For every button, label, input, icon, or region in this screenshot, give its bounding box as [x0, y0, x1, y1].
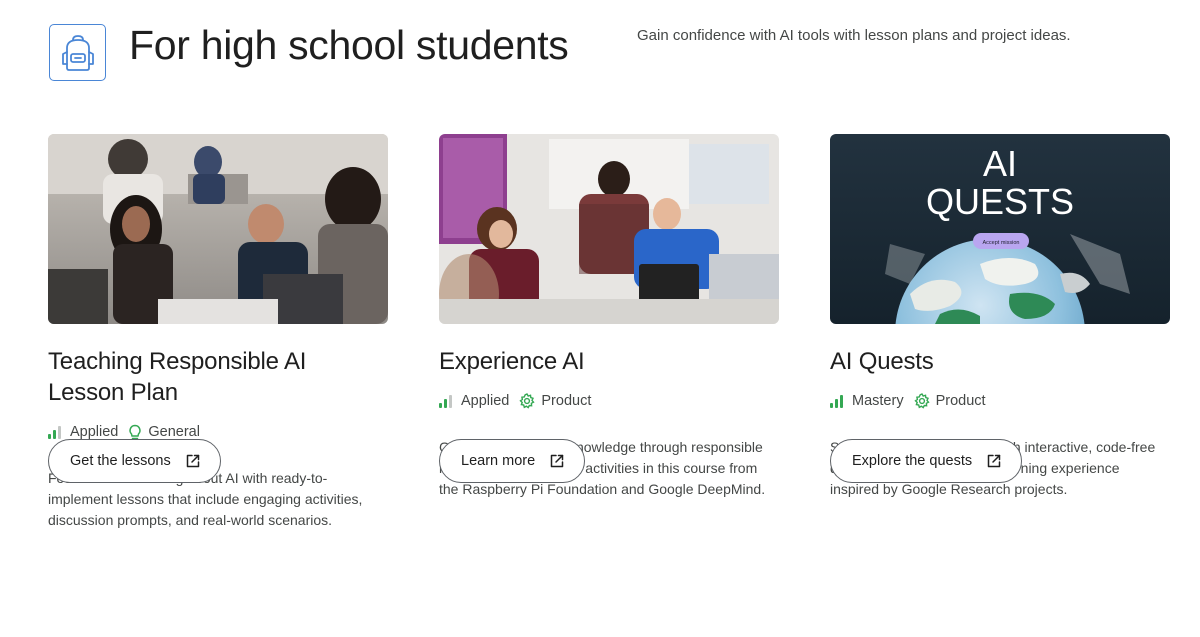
button-label: Get the lessons [70, 453, 171, 469]
level-tag: Mastery [830, 393, 904, 409]
button-label: Learn more [461, 453, 536, 469]
card-image [439, 134, 779, 324]
gear-icon [913, 393, 930, 409]
card-tags: Mastery Product [830, 391, 1170, 411]
category-tag: Product [913, 393, 986, 409]
learn-more-button[interactable]: Learn more [439, 439, 586, 483]
card-title: Experience AI [439, 348, 585, 375]
lightbulb-icon [129, 424, 142, 439]
open-in-new-icon [550, 454, 564, 468]
accept-mission-pill: Accept mission [983, 240, 1020, 246]
button-label: Explore the quests [852, 453, 973, 469]
ai-quests-logo-line2: QUESTS [926, 181, 1074, 222]
ai-quests-logo-line1: AI [983, 143, 1017, 184]
gear-icon [519, 393, 535, 409]
category-label: Product [935, 393, 986, 409]
level-tag: Applied [439, 393, 509, 409]
card-title: AI Quests [830, 348, 934, 375]
explore-the-quests-button[interactable]: Explore the quests [830, 439, 1023, 483]
level-tag: Applied [48, 424, 118, 440]
card-image [48, 134, 388, 324]
open-in-new-icon [186, 454, 199, 468]
category-tag: General [128, 424, 200, 441]
backpack-icon [49, 24, 106, 81]
open-in-new-icon [987, 454, 1001, 468]
get-the-lessons-button[interactable]: Get the lessons [48, 439, 221, 483]
level-label: Mastery [852, 393, 904, 409]
level-bars-icon [830, 394, 843, 408]
card-tags: Applied Product [439, 391, 779, 411]
level-label: Applied [70, 424, 119, 440]
category-tag: Product [519, 393, 591, 409]
level-label: Applied [461, 393, 510, 409]
section-header: For high school students Gain confidence… [0, 0, 1200, 100]
page-subtitle: Gain confidence with AI tools with lesso… [637, 27, 1071, 44]
level-bars-icon [48, 425, 61, 439]
category-label: General [148, 424, 200, 440]
category-label: Product [541, 393, 592, 409]
card-title: Teaching Responsible AI Lesson Plan [48, 348, 307, 406]
card-image: Accept mission AI QUESTS [830, 134, 1170, 324]
level-bars-icon [439, 394, 452, 408]
page-title: For high school students [129, 22, 569, 68]
